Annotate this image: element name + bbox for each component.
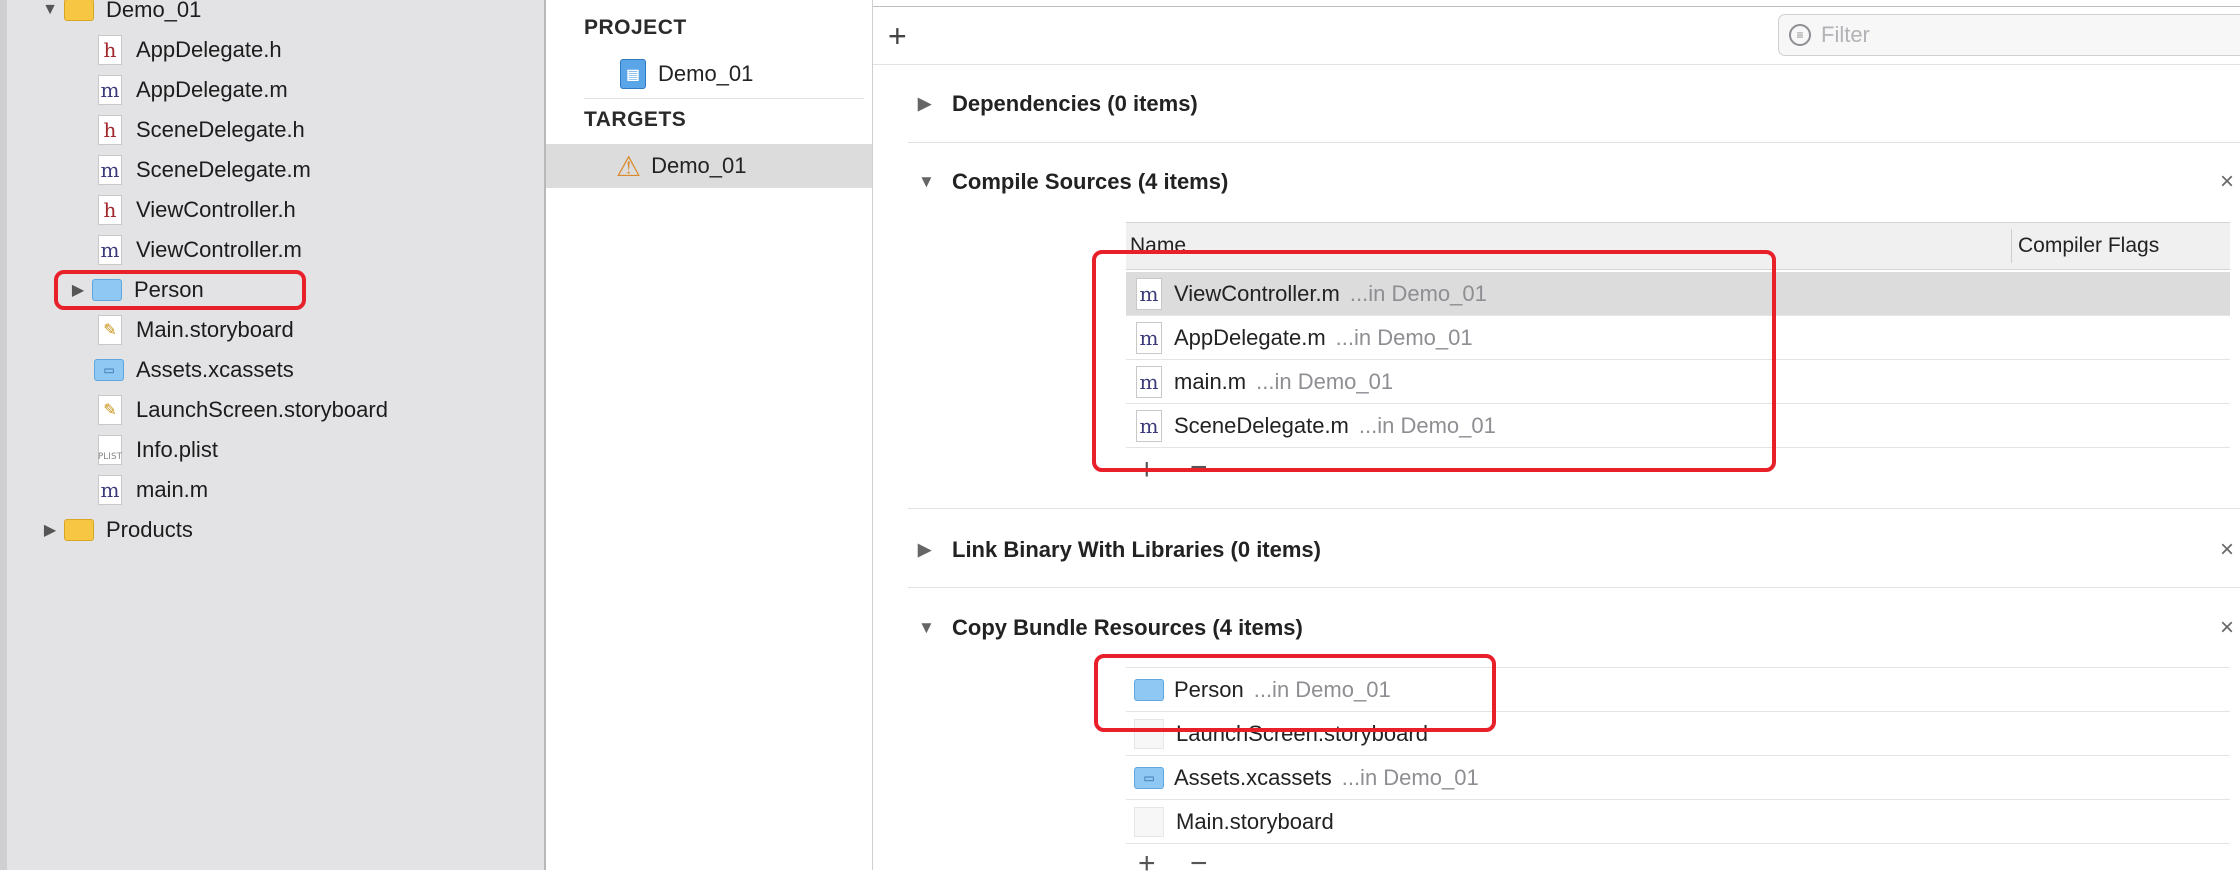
nav-file-label: SceneDelegate.h — [136, 117, 305, 142]
project-target-list: PROJECT ▤ Demo_01 TARGETS ⚠ Demo_01 — [546, 0, 872, 870]
nav-folder-demo01[interactable]: ▼ Demo_01 — [36, 0, 201, 30]
project-section-header: PROJECT — [584, 16, 687, 39]
project-item[interactable]: ▤ Demo_01 — [546, 52, 872, 96]
target-item-label: Demo_01 — [651, 153, 747, 178]
nav-file-label: Main.storyboard — [136, 317, 294, 342]
source-file-icon: m — [98, 75, 122, 105]
disclosure-expanded-icon[interactable]: ▼ — [918, 172, 952, 192]
source-file-icon: m — [98, 235, 122, 265]
remove-phase-button[interactable]: × — [2220, 170, 2234, 194]
phase-separator — [908, 508, 2240, 509]
disclosure-collapsed-icon[interactable]: ▶ — [918, 540, 952, 560]
remove-phase-button[interactable]: × — [2220, 538, 2234, 562]
nav-file-viewcontroller-h[interactable]: h ViewController.h — [98, 190, 296, 230]
nav-file-appdelegate-h[interactable]: h AppDelegate.h — [98, 30, 282, 70]
source-file-icon: m — [98, 155, 122, 185]
phase-separator — [908, 587, 2240, 588]
phase-title: Copy Bundle Resources (4 items) — [952, 615, 1303, 640]
phase-title: Dependencies (0 items) — [952, 91, 1198, 116]
nav-file-scenedelegate-h[interactable]: h SceneDelegate.h — [98, 110, 305, 150]
filter-field[interactable]: ≡ — [1778, 14, 2240, 56]
app-target-icon: ⚠ — [616, 150, 642, 182]
nav-file-label: ViewController.h — [136, 197, 296, 222]
window-edge — [0, 0, 7, 870]
phase-title: Link Binary With Libraries (0 items) — [952, 537, 1321, 562]
nav-file-launchscreen[interactable]: ✎ LaunchScreen.storyboard — [98, 390, 388, 430]
nav-file-scenedelegate-m[interactable]: m SceneDelegate.m — [98, 150, 311, 190]
nav-file-assets[interactable]: ▭ Assets.xcassets — [94, 350, 294, 390]
asset-catalog-icon: ▭ — [1134, 766, 1164, 789]
phase-separator — [908, 142, 2240, 143]
folder-icon — [64, 0, 94, 21]
table-row[interactable]: ▭ Assets.xcassets ...in Demo_01 — [1126, 756, 2230, 800]
nav-file-main-m[interactable]: m main.m — [98, 470, 208, 510]
nav-file-info-plist[interactable]: PLIST Info.plist — [98, 430, 218, 470]
phase-compile-sources[interactable]: ▼ Compile Sources (4 items) — [918, 162, 1228, 202]
table-row[interactable]: Main.storyboard — [1126, 800, 2230, 844]
header-file-icon: h — [98, 115, 122, 145]
row-file-location: ...in Demo_01 — [1341, 764, 1479, 790]
filter-input[interactable] — [1819, 21, 2203, 49]
xcode-project-icon: ▤ — [620, 59, 646, 89]
add-build-phase-button[interactable]: + — [888, 20, 907, 52]
nav-file-label: Assets.xcassets — [136, 357, 294, 382]
add-file-button[interactable]: + — [1138, 849, 1156, 879]
target-item[interactable]: ⚠ Demo_01 — [546, 144, 872, 188]
disclosure-expanded-icon[interactable]: ▼ — [36, 1, 64, 19]
nav-file-appdelegate-m[interactable]: m AppDelegate.m — [98, 70, 288, 110]
toolbar-divider — [873, 64, 2240, 65]
nav-file-viewcontroller-m[interactable]: m ViewController.m — [98, 230, 302, 270]
disclosure-collapsed-icon[interactable]: ▶ — [36, 520, 64, 540]
outline-separator — [584, 98, 864, 99]
phase-dependencies[interactable]: ▶ Dependencies (0 items) — [918, 84, 1198, 124]
nav-file-label: main.m — [136, 477, 209, 502]
column-separator[interactable] — [2011, 229, 2012, 263]
storyboard-icon — [1134, 806, 1164, 837]
project-item-label: Demo_01 — [658, 61, 754, 86]
phase-title: Compile Sources (4 items) — [952, 169, 1229, 194]
nav-file-main-storyboard[interactable]: ✎ Main.storyboard — [98, 310, 294, 350]
highlight-annotation — [54, 270, 306, 310]
source-file-icon: m — [98, 475, 122, 505]
highlight-annotation — [1092, 250, 1776, 472]
phase-copy-bundle-resources[interactable]: ▼ Copy Bundle Resources (4 items) — [918, 608, 1303, 648]
header-file-icon: h — [98, 195, 122, 225]
nav-folder-products[interactable]: ▶ Products — [36, 510, 193, 550]
phase-link-binary[interactable]: ▶ Link Binary With Libraries (0 items) — [918, 530, 1321, 570]
highlight-annotation — [1094, 654, 1496, 732]
targets-section-header: TARGETS — [584, 108, 687, 131]
filter-icon: ≡ — [1789, 24, 1811, 46]
storyboard-icon: ✎ — [98, 395, 122, 425]
nav-file-label: AppDelegate.m — [136, 77, 288, 102]
plist-file-icon: PLIST — [98, 435, 122, 465]
nav-file-label: Info.plist — [136, 437, 218, 462]
nav-file-label: AppDelegate.h — [136, 37, 282, 62]
remove-file-button[interactable]: − — [1190, 849, 1208, 879]
nav-file-label: ViewController.m — [136, 237, 302, 262]
remove-phase-button[interactable]: × — [2220, 616, 2234, 640]
nav-file-label: LaunchScreen.storyboard — [136, 397, 388, 422]
nav-file-label: SceneDelegate.m — [136, 157, 311, 182]
asset-catalog-icon: ▭ — [94, 359, 124, 381]
nav-folder-label: Demo_01 — [106, 0, 202, 22]
disclosure-collapsed-icon[interactable]: ▶ — [918, 94, 952, 114]
editor-top-border — [873, 6, 2240, 7]
column-header-compiler-flags[interactable]: Compiler Flags — [2018, 234, 2159, 258]
nav-folder-label: Products — [106, 517, 193, 542]
header-file-icon: h — [98, 35, 122, 65]
row-file-name: Main.storyboard — [1176, 808, 1334, 834]
folder-icon — [64, 519, 94, 541]
storyboard-icon: ✎ — [98, 315, 122, 345]
disclosure-expanded-icon[interactable]: ▼ — [918, 618, 952, 638]
row-file-name: Assets.xcassets — [1174, 764, 1332, 790]
